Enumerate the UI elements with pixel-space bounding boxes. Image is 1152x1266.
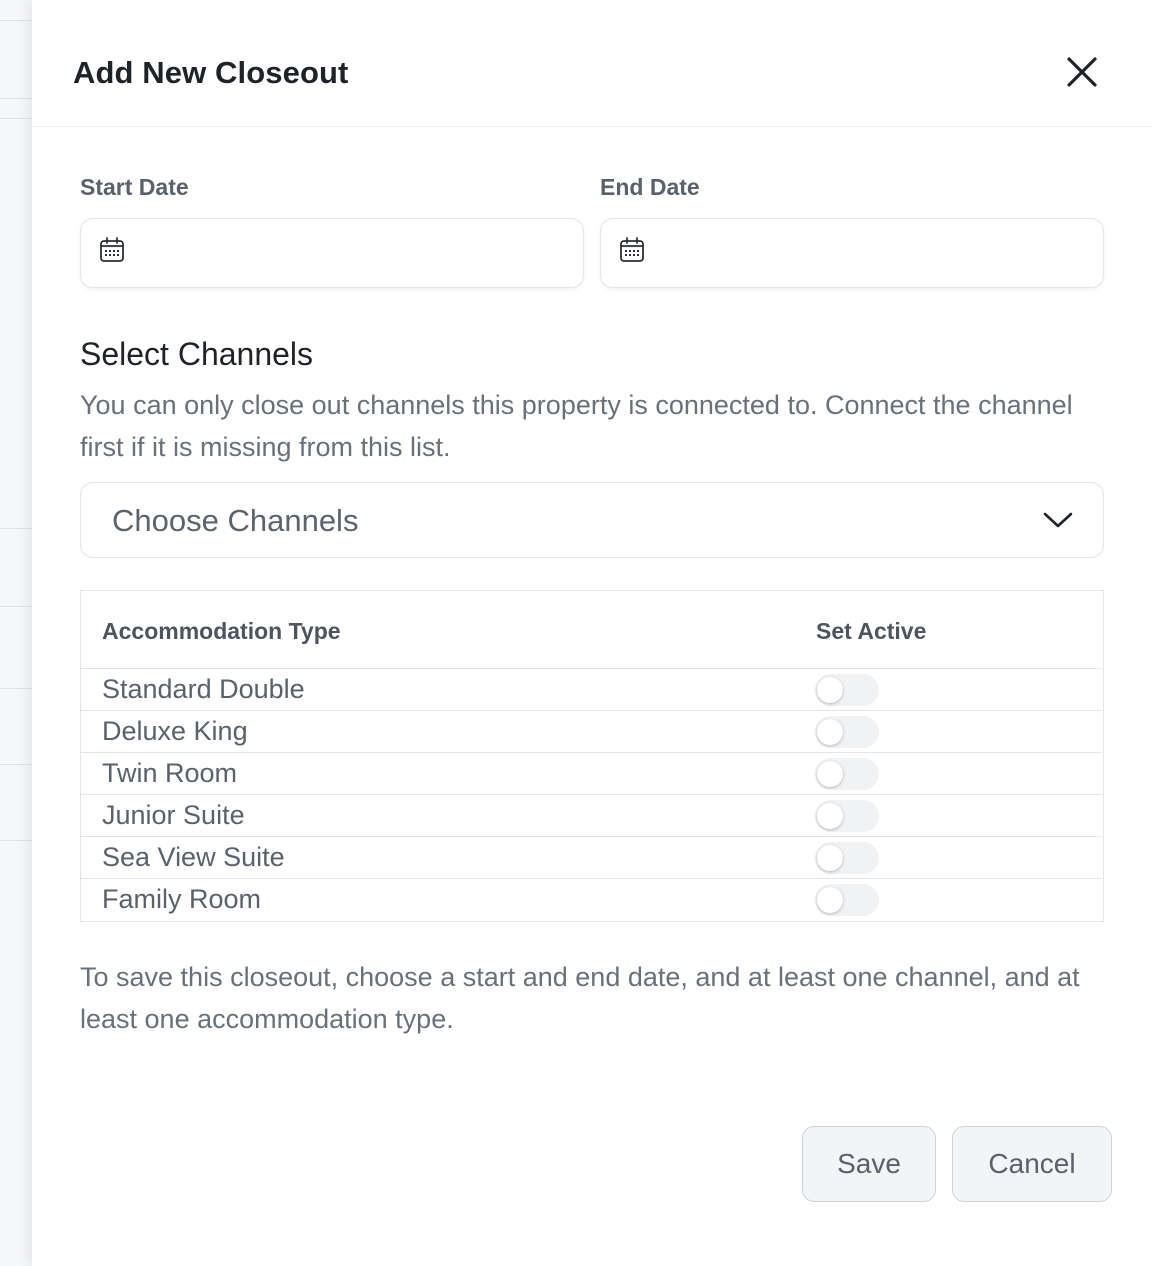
backdrop-divider [0, 98, 32, 99]
calendar-icon [100, 237, 124, 262]
modal-title: Add New Closeout [73, 55, 349, 90]
accommodation-type-name: Sea View Suite [102, 842, 285, 872]
backdrop-divider [0, 840, 32, 841]
set-active-toggle[interactable] [815, 800, 879, 832]
accommodation-type-name: Twin Room [102, 758, 238, 788]
column-header-set-active: Set Active [816, 618, 927, 644]
end-date-label: End Date [600, 174, 700, 200]
table-row: Sea View Suite [81, 837, 1102, 879]
select-channels-title: Select Channels [80, 336, 314, 372]
backdrop-divider [0, 606, 32, 607]
accommodation-type-name: Deluxe King [102, 716, 248, 746]
select-channels-description: You can only close out channels this pro… [80, 390, 1073, 462]
close-button[interactable] [1064, 54, 1100, 90]
channels-dropdown-placeholder: Choose Channels [112, 503, 359, 538]
column-header-accommodation-type: Accommodation Type [102, 618, 341, 644]
table-row: Twin Room [81, 753, 1102, 795]
backdrop-divider [0, 764, 32, 765]
closeout-modal: Add New Closeout Start Date End Date Sel… [32, 0, 1152, 1266]
close-icon [1067, 57, 1097, 87]
table-row: Deluxe King [81, 711, 1102, 753]
accommodation-table: Accommodation Type Set Active Standard D… [80, 590, 1104, 922]
modal-header: Add New Closeout [32, 0, 1152, 127]
toggle-knob [817, 677, 843, 703]
table-row: Family Room [81, 879, 1102, 921]
toggle-knob [817, 803, 843, 829]
accommodation-type-name: Junior Suite [102, 800, 245, 830]
calendar-icon [620, 237, 644, 262]
set-active-toggle[interactable] [815, 758, 879, 790]
set-active-toggle[interactable] [815, 884, 879, 916]
set-active-toggle[interactable] [815, 716, 879, 748]
accommodation-type-name: Family Room [102, 884, 262, 914]
start-date-field[interactable] [80, 218, 584, 288]
cancel-button[interactable]: Cancel [952, 1126, 1112, 1202]
start-date-input[interactable] [141, 231, 561, 275]
set-active-toggle[interactable] [815, 842, 879, 874]
table-header: Accommodation Type Set Active [81, 591, 1102, 669]
chevron-down-icon [1043, 512, 1073, 528]
toggle-knob [817, 887, 843, 913]
toggle-knob [817, 719, 843, 745]
save-requirements-hint: To save this closeout, choose a start an… [80, 962, 1080, 1034]
set-active-toggle[interactable] [815, 674, 879, 706]
channels-dropdown[interactable]: Choose Channels [80, 482, 1104, 558]
table-row: Standard Double [81, 669, 1102, 711]
backdrop-divider [0, 20, 32, 21]
page-backdrop [0, 0, 32, 1266]
backdrop-divider [0, 688, 32, 689]
backdrop-divider [0, 528, 32, 529]
start-date-label: Start Date [80, 174, 189, 200]
end-date-input[interactable] [661, 231, 1081, 275]
accommodation-type-name: Standard Double [102, 674, 305, 704]
backdrop-divider [0, 118, 32, 119]
save-button[interactable]: Save [802, 1126, 936, 1202]
table-row: Junior Suite [81, 795, 1102, 837]
toggle-knob [817, 845, 843, 871]
end-date-field[interactable] [600, 218, 1104, 288]
toggle-knob [817, 761, 843, 787]
